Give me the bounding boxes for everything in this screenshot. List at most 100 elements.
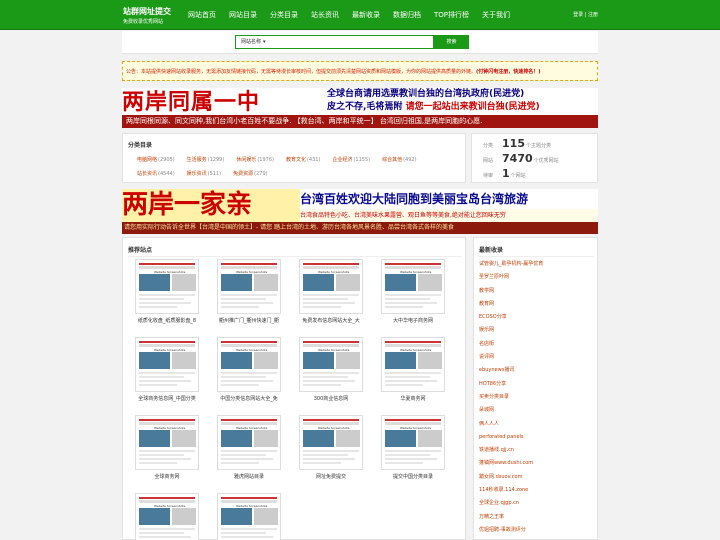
site-card[interactable]: Website Screenshots 全球商务信息网_中国分类 bbox=[133, 337, 201, 402]
latest-item[interactable]: 教育网 bbox=[479, 298, 543, 311]
nav-archive[interactable]: 数据归档 bbox=[393, 10, 421, 20]
site-name[interactable]: 300商业信息网 bbox=[297, 395, 365, 402]
site-card[interactable]: Website Screenshots 衢州推广门_衢州快速门_衢 bbox=[215, 259, 283, 324]
site-thumbnail[interactable]: Website Screenshots bbox=[135, 493, 199, 540]
site-card[interactable]: Website Screenshots 大中华电子商务网 bbox=[379, 259, 447, 324]
nav-categories[interactable]: 分类目录 bbox=[270, 10, 298, 20]
site-thumbnail[interactable]: Website Screenshots bbox=[381, 415, 445, 470]
site-thumbnail[interactable]: Website Screenshots bbox=[217, 493, 281, 540]
site-thumbnail[interactable]: Website Screenshots bbox=[217, 415, 281, 470]
site-thumbnail[interactable]: Website Screenshots bbox=[217, 259, 281, 314]
nav-webmaster-news[interactable]: 站长资讯 bbox=[311, 10, 339, 20]
stat-sites: 网站 7470个优秀网站 bbox=[483, 152, 559, 165]
latest-item[interactable]: 娱乐网 bbox=[479, 324, 543, 337]
site-card[interactable]: Website Screenshots 雅虎网站目录 bbox=[215, 415, 283, 480]
stat-pending: 待审 1个网站 bbox=[483, 167, 526, 180]
search-button[interactable]: 搜索 bbox=[434, 35, 469, 49]
chevron-down-icon: ▾ bbox=[263, 39, 266, 45]
site-thumbnail[interactable]: Website Screenshots bbox=[217, 337, 281, 392]
site-thumbnail[interactable]: Website Screenshots bbox=[299, 415, 363, 470]
category-link[interactable]: 休闲娱乐(1976) bbox=[236, 156, 274, 163]
latest-item[interactable]: 114秒收录.114.zone bbox=[479, 484, 543, 497]
latest-item[interactable]: 买卖分类目录 bbox=[479, 391, 543, 404]
category-link[interactable]: 综合其他(492) bbox=[382, 156, 416, 163]
category-link[interactable]: 生活服务(1299) bbox=[187, 156, 225, 163]
search-type-select[interactable]: 网站名称 ▾ bbox=[235, 35, 434, 49]
category-row-1: 电脑网络(2905) 生活服务(1299) 休闲娱乐(1976) 教育文化(43… bbox=[137, 156, 429, 163]
category-link[interactable]: 电脑网络(2905) bbox=[137, 156, 175, 163]
site-name[interactable]: 中国分类信息网站大全_免 bbox=[215, 395, 283, 402]
site-card[interactable]: Website Screenshots 网址免费提交 bbox=[297, 415, 365, 480]
latest-item[interactable]: HOT86分享 bbox=[479, 378, 543, 391]
ad-banner-2[interactable]: 两岸一家亲 台湾百姓欢迎大陆同胞到美丽宝岛台湾旅游 台湾食品特色小吃、台湾美味水… bbox=[122, 189, 598, 234]
latest-item[interactable]: perforated panels bbox=[479, 431, 543, 444]
notice-highlight[interactable]: (付钟闪电注册，快速排名！) bbox=[476, 69, 541, 75]
site-name[interactable]: 全球商务信息网_中国分类 bbox=[133, 395, 201, 402]
search-type-value: 网站名称 bbox=[241, 39, 262, 45]
nav-about[interactable]: 关于我们 bbox=[482, 10, 510, 20]
site-logo[interactable]: 站群网址提交 免费收录优秀网站 bbox=[123, 6, 171, 25]
latest-item[interactable]: 圣罗兰原叶网 bbox=[479, 271, 543, 284]
site-card[interactable]: Website Screenshots 华夏商务网 bbox=[379, 337, 447, 402]
account-links[interactable]: 登录 | 注册 bbox=[573, 11, 598, 18]
latest-item[interactable]: ebuynews播讯 bbox=[479, 364, 543, 377]
latest-item[interactable]: 说评网 bbox=[479, 351, 543, 364]
category-link[interactable]: 免费资源(279) bbox=[233, 170, 267, 177]
category-link[interactable]: 教育文化(431) bbox=[286, 156, 320, 163]
latest-title: 最新收录 bbox=[479, 247, 504, 254]
category-link[interactable]: 企业经济(1155) bbox=[332, 156, 370, 163]
site-name[interactable]: 免费发布信息网站大全_大 bbox=[297, 317, 365, 324]
latest-item[interactable]: 优姐招聘-事故测评分 bbox=[479, 524, 543, 537]
site-name[interactable]: 衢州推广门_衢州快速门_衢 bbox=[215, 317, 283, 324]
category-link[interactable]: 站长资讯(4544) bbox=[137, 170, 175, 177]
latest-item[interactable]: 铁道播线.qjj.cn bbox=[479, 444, 543, 457]
latest-item[interactable]: ECOSO分享 bbox=[479, 311, 543, 324]
site-thumbnail[interactable]: Website Screenshots bbox=[299, 259, 363, 314]
site-card[interactable]: Website Screenshots 提交中国分类目录 bbox=[379, 415, 447, 480]
site-card[interactable]: Website Screenshots bbox=[215, 493, 283, 540]
site-card[interactable]: Website Screenshots bbox=[133, 493, 201, 540]
site-card[interactable]: Website Screenshots 中国分类信息网站大全_免 bbox=[215, 337, 283, 402]
category-panel: 分类目录 电脑网络(2905) 生活服务(1299) 休闲娱乐(1976) 教育… bbox=[122, 133, 466, 183]
latest-panel: 最新收录 试管婴儿_助孕机构-赢孕优育 圣罗兰原叶网 教学网 教育网 ECOSO分享 娱乐… bbox=[473, 237, 598, 540]
latest-item[interactable]: 黯女网.dsuov.com bbox=[479, 471, 543, 484]
banner1-strip: 两岸同根同源、同文同种,我们台湾小老百姓不要战争. 【救台湾、两岸和平统一】 台… bbox=[122, 115, 598, 128]
site-name[interactable]: 全球商务网 bbox=[133, 473, 201, 480]
site-name[interactable]: 网址免费提交 bbox=[297, 473, 365, 480]
site-card[interactable]: Website Screenshots 纸质化收盘_纸质服影盘_8 bbox=[133, 259, 201, 324]
site-thumbnail[interactable]: Website Screenshots bbox=[135, 259, 199, 314]
category-title: 分类目录 bbox=[128, 142, 153, 149]
site-thumbnail[interactable]: Website Screenshots bbox=[381, 337, 445, 392]
category-link[interactable]: 娱乐资讯(511) bbox=[187, 170, 221, 177]
site-name[interactable]: 纸质化收盘_纸质服影盘_8 bbox=[133, 317, 201, 324]
latest-item[interactable]: 名店街 bbox=[479, 338, 543, 351]
site-card[interactable]: Website Screenshots 免费发布信息网站大全_大 bbox=[297, 259, 365, 324]
nav-top-ranking[interactable]: TOP排行榜 bbox=[434, 10, 469, 20]
latest-item[interactable]: 试管婴儿_助孕机构-赢孕优育 bbox=[479, 258, 543, 271]
site-name[interactable]: 华夏商务网 bbox=[379, 395, 447, 402]
site-name[interactable]: 提交中国分类目录 bbox=[379, 473, 447, 480]
divider bbox=[128, 256, 462, 257]
nav-home[interactable]: 网站首页 bbox=[188, 10, 216, 20]
site-thumbnail[interactable]: Website Screenshots bbox=[381, 259, 445, 314]
latest-item[interactable]: 全球企业.qjgp.cn bbox=[479, 497, 543, 510]
site-thumbnail[interactable]: Website Screenshots bbox=[135, 337, 199, 392]
notice-bar: 公告：本站提供快速网站收录服务，无需添加友情链接代码，无需等待漫长审核时间，但提… bbox=[122, 61, 598, 81]
ad-banner-1[interactable]: 两岸同属一中 全球台商请用选票教训台独的台湾执政府(民进党) 皮之不存,毛将焉附… bbox=[122, 88, 598, 128]
nav-latest[interactable]: 最新收录 bbox=[352, 10, 380, 20]
latest-item[interactable]: 教学网 bbox=[479, 285, 543, 298]
latest-item[interactable]: 万精之王率 bbox=[479, 511, 543, 524]
banner2-line1: 台湾百姓欢迎大陆同胞到美丽宝岛台湾旅游 bbox=[300, 189, 598, 209]
site-name[interactable]: 雅虎网站目录 bbox=[215, 473, 283, 480]
logo-title: 站群网址提交 bbox=[123, 7, 171, 16]
site-thumbnail[interactable]: Website Screenshots bbox=[299, 337, 363, 392]
site-name[interactable]: 大中华电子商务网 bbox=[379, 317, 447, 324]
site-card[interactable]: Website Screenshots 300商业信息网 bbox=[297, 337, 365, 402]
latest-item[interactable]: 俩人人人 bbox=[479, 418, 543, 431]
latest-item[interactable]: 朵城网 bbox=[479, 404, 543, 417]
site-thumbnail[interactable]: Website Screenshots bbox=[135, 415, 199, 470]
nav-directory[interactable]: 网站目录 bbox=[229, 10, 257, 20]
latest-item[interactable]: 蓬镇网www.dushi.com bbox=[479, 457, 543, 470]
site-card[interactable]: Website Screenshots 全球商务网 bbox=[133, 415, 201, 480]
stats-panel: 分类 115个主题分类 网站 7470个优秀网站 待审 1个网站 bbox=[471, 133, 598, 183]
